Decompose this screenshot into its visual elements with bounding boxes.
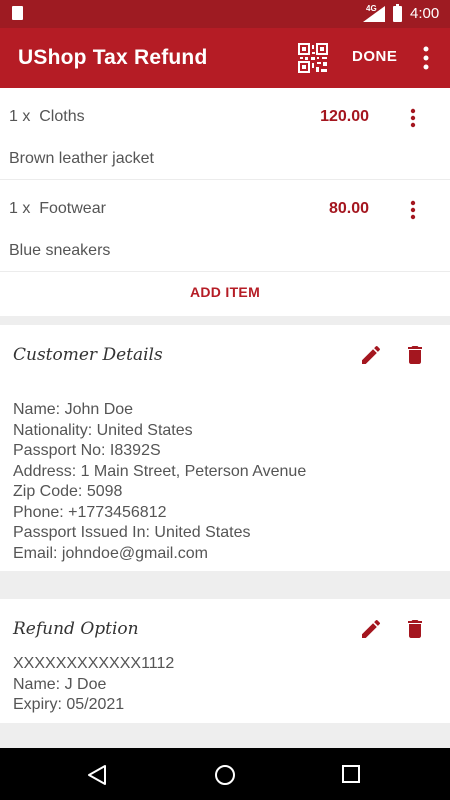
recents-icon[interactable] bbox=[341, 764, 361, 784]
customer-passport-issued-in: Passport Issued In: United States bbox=[13, 524, 251, 541]
trash-icon[interactable] bbox=[403, 343, 427, 367]
status-bar: 4G 4:00 bbox=[0, 0, 450, 28]
item-row[interactable]: 1 x Cloths 120.00 Brown leather jacket bbox=[0, 88, 450, 180]
customer-name: Name: John Doe bbox=[13, 401, 134, 418]
customer-nationality: Nationality: United States bbox=[13, 421, 193, 439]
battery-icon bbox=[393, 4, 402, 22]
item-price: 80.00 bbox=[328, 200, 369, 217]
refund-card-name: Name: J Doe bbox=[13, 675, 107, 693]
item-row[interactable]: 1 x Footwear 80.00 Blue sneakers bbox=[0, 180, 450, 272]
trash-icon[interactable] bbox=[403, 617, 427, 641]
app-title: UShop Tax Refund bbox=[18, 46, 208, 69]
divider bbox=[0, 271, 450, 272]
pencil-icon[interactable] bbox=[359, 343, 383, 367]
customer-zip-code: Zip Code: 5098 bbox=[13, 483, 123, 500]
customer-email: Email: johndoe@gmail.com bbox=[13, 544, 208, 562]
back-icon[interactable] bbox=[86, 764, 108, 786]
more-vert-icon[interactable] bbox=[405, 108, 421, 128]
sd-card-icon bbox=[12, 6, 23, 20]
qr-code-icon[interactable] bbox=[298, 43, 328, 73]
refund-option-title: Refund Option bbox=[13, 619, 139, 639]
navigation-bar bbox=[0, 748, 450, 800]
refund-option-card: Refund Option XXXXXXXXXXXX1112 Name: J D… bbox=[0, 599, 450, 723]
clock: 4:00 bbox=[410, 5, 440, 22]
app-bar: UShop Tax Refund DONE bbox=[0, 28, 450, 88]
customer-address: Address: 1 Main Street, Peterson Avenue bbox=[13, 462, 307, 480]
refund-card-expiry: Expiry: 05/2021 bbox=[13, 696, 125, 713]
item-qty-category: 1 x Footwear bbox=[9, 200, 106, 217]
item-description: Brown leather jacket bbox=[9, 150, 154, 167]
home-icon[interactable] bbox=[213, 763, 237, 787]
customer-details-title: Customer Details bbox=[13, 345, 163, 365]
add-item-button[interactable]: ADD ITEM bbox=[0, 284, 450, 300]
item-description: Blue sneakers bbox=[9, 242, 111, 259]
done-button[interactable]: DONE bbox=[352, 48, 397, 65]
refund-card-number: XXXXXXXXXXXX1112 bbox=[13, 655, 175, 672]
customer-passport-no: Passport No: I8392S bbox=[13, 442, 161, 459]
items-card: 1 x Cloths 120.00 Brown leather jacket 1… bbox=[0, 88, 450, 316]
customer-details-card: Customer Details Name: John Doe National… bbox=[0, 325, 450, 571]
more-vert-icon[interactable] bbox=[418, 45, 434, 71]
item-price: 120.00 bbox=[320, 108, 369, 125]
pencil-icon[interactable] bbox=[359, 617, 383, 641]
network-type: 4G bbox=[366, 4, 377, 13]
customer-phone: Phone: +1773456812 bbox=[13, 503, 167, 521]
more-vert-icon[interactable] bbox=[405, 200, 421, 220]
item-qty-category: 1 x Cloths bbox=[9, 108, 85, 125]
